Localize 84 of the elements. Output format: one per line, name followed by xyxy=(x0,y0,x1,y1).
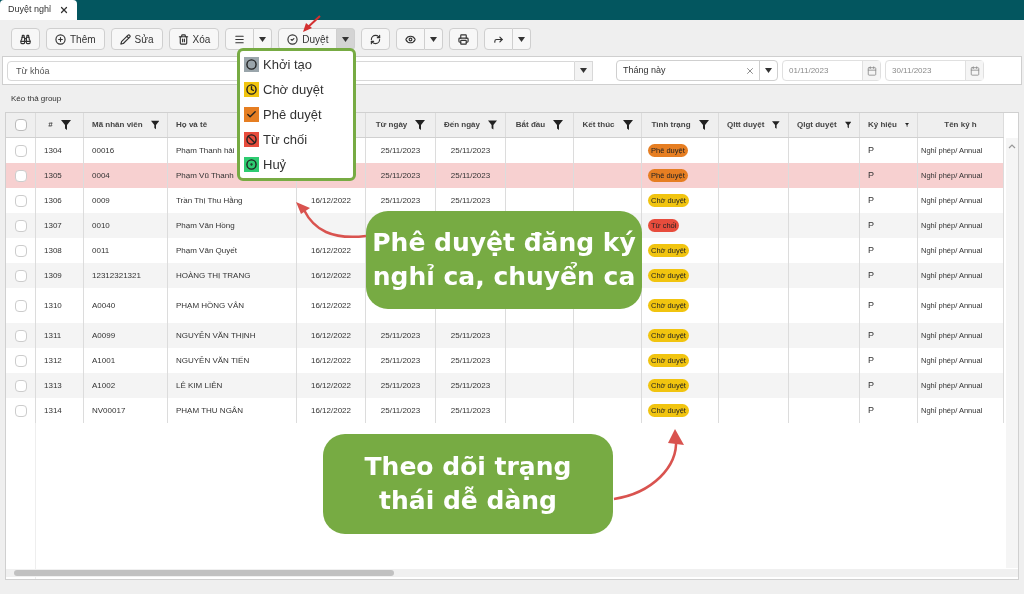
table-cell: 25/11/2023 xyxy=(380,329,421,342)
column-header: Mã nhân viên xyxy=(92,119,143,131)
table-cell: 16/12/2022 xyxy=(310,329,351,342)
table-cell: 0011 xyxy=(92,244,110,257)
table-cell: 16/12/2022 xyxy=(310,404,351,417)
table-cell: 25/11/2023 xyxy=(380,169,421,182)
table-cell: Trần Thị Thu Hằng xyxy=(176,194,243,207)
table-cell: 1309 xyxy=(44,269,62,282)
period-value: Tháng này xyxy=(622,63,667,77)
table-cell: NGUYỄN VĂN TIẾN xyxy=(176,354,250,367)
column-header: Đến ngày xyxy=(444,119,480,131)
table-cell-text: P xyxy=(868,168,874,182)
date-value: 30/11/2023 xyxy=(891,64,933,77)
column-header: Họ và tê xyxy=(176,119,208,131)
table-cell-text: P xyxy=(868,378,874,392)
table-cell: 25/11/2023 xyxy=(450,404,491,417)
table-cell-text: P xyxy=(868,403,874,417)
table-cell: 25/11/2023 xyxy=(450,379,491,392)
table-cell: 25/11/2023 xyxy=(380,194,421,207)
table-cell: 16/12/2022 xyxy=(310,379,351,392)
table-cell: 1307 xyxy=(44,219,62,232)
table-cell: 25/11/2023 xyxy=(380,144,421,157)
table-cell: 1305 xyxy=(44,169,62,182)
date-value: 01/11/2023 xyxy=(788,64,830,77)
table-cell: A0099 xyxy=(92,329,116,342)
group-hint: Kéo thả group xyxy=(11,92,62,105)
table-cell: A0040 xyxy=(92,299,116,312)
table-cell-text: P xyxy=(868,143,874,157)
column-header: Kết thúc xyxy=(582,119,615,131)
column-header: Ký hiệu xyxy=(868,119,897,131)
table-cell: 1314 xyxy=(44,404,62,417)
table-cell: 1304 xyxy=(44,144,62,157)
table-cell: PHẠM HỒNG VÂN xyxy=(176,299,244,312)
table-cell: 1313 xyxy=(44,379,62,392)
table-cell-text: P xyxy=(868,298,874,312)
table-cell: 25/11/2023 xyxy=(450,144,491,157)
table-cell: 0009 xyxy=(92,194,110,207)
table-cell: LÊ KIM LIÊN xyxy=(176,379,223,392)
table-cell: 25/11/2023 xyxy=(450,194,491,207)
table-cell: 0004 xyxy=(92,169,110,182)
table-cell: 16/12/2022 xyxy=(310,354,351,367)
table-cell: NGUYỄN VĂN THỊNH xyxy=(176,329,256,342)
table-cell-text: P xyxy=(868,193,874,207)
table-cell: 25/11/2023 xyxy=(380,354,421,367)
table-cell: A1002 xyxy=(92,379,116,392)
table-cell: 16/12/2022 xyxy=(310,299,351,312)
column-header: Từ ngày xyxy=(375,119,408,131)
column-header: Tình trạng xyxy=(651,119,691,131)
table-cell: 25/11/2023 xyxy=(380,404,421,417)
table-cell: A1001 xyxy=(92,354,116,367)
table-cell: Phạm Văn Hồng xyxy=(176,219,235,232)
table-cell: HOÀNG THỊ TRANG xyxy=(176,269,251,282)
table-cell: 1310 xyxy=(44,299,62,312)
table-cell-text: P xyxy=(868,353,874,367)
annotation-tooltip: Theo dõi trạng thái dễ dàng xyxy=(323,434,613,534)
table-cell: 16/12/2022 xyxy=(310,244,351,257)
table-cell: 16/12/2022 xyxy=(310,194,351,207)
table-cell: 25/11/2023 xyxy=(450,169,491,182)
table-cell: 16/12/2022 xyxy=(310,269,351,282)
column-header: Tên ký h xyxy=(944,119,977,131)
table-cell: Phạm Vũ Thanh xyxy=(176,169,234,182)
table-cell-text: P xyxy=(868,218,874,232)
column-header: # xyxy=(48,119,53,131)
table-cell: PHẠM THU NGÂN xyxy=(176,404,243,417)
table-cell: 25/11/2023 xyxy=(450,354,491,367)
column-header: Qltt duyệt xyxy=(727,119,765,131)
table-cell-text: P xyxy=(868,268,874,282)
table-cell-text: P xyxy=(868,328,874,342)
annotation-tooltip: Phê duyệt đăng ký nghỉ ca, chuyển ca xyxy=(366,211,642,309)
column-header: Bắt đầu xyxy=(515,119,546,131)
table-cell: 00016 xyxy=(92,144,115,157)
table-cell: NV00017 xyxy=(92,404,126,417)
column-header: Qlgt duyệt xyxy=(797,119,837,131)
table-cell: 25/11/2023 xyxy=(450,329,491,342)
table-cell: 1311 xyxy=(44,329,62,342)
table-cell: Phạm Thanh hải xyxy=(176,144,235,157)
table-cell: 25/11/2023 xyxy=(380,379,421,392)
table-cell: 1308 xyxy=(44,244,62,257)
table-cell: Phạm Văn Quyết xyxy=(176,244,237,257)
table-cell: 1312 xyxy=(44,354,62,367)
table-cell-text: P xyxy=(868,243,874,257)
table-cell: 1306 xyxy=(44,194,62,207)
table-cell: 0010 xyxy=(92,219,110,232)
table-cell: 12312321321 xyxy=(92,269,141,282)
